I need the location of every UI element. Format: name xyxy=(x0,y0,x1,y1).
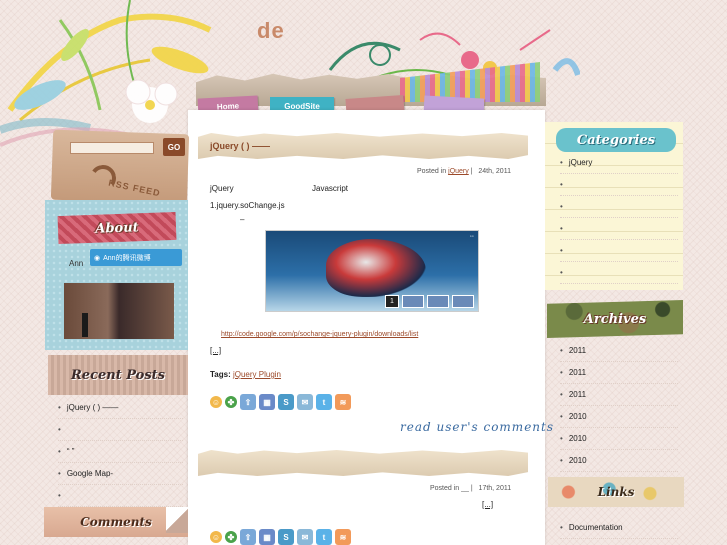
delicious-icon[interactable]: ▦ xyxy=(259,394,275,410)
share-icons: ☺ ✤ ⇧ ▦ S ✉ t ≋ xyxy=(210,529,351,545)
slider-thumb[interactable] xyxy=(452,295,474,308)
post-meta: Posted in __ | 17th, 2011 xyxy=(430,485,512,492)
about-name: Ann xyxy=(69,259,84,268)
archive-item[interactable]: 2010 xyxy=(560,428,678,450)
recent-post-item[interactable] xyxy=(58,419,183,441)
mail-icon[interactable]: ✉ xyxy=(297,394,313,410)
smiley-icon[interactable]: ☺ xyxy=(210,396,222,408)
tag-link[interactable]: jQuery Plugin xyxy=(233,370,281,379)
share-icons: ☺ ✤ ⇧ ▦ S ✉ t ≋ xyxy=(210,394,351,410)
archives-list: 2011 2011 2011 2010 2010 2010 xyxy=(560,340,678,472)
shoe-graphic xyxy=(326,239,426,297)
read-more-link[interactable]: [...] xyxy=(482,500,493,509)
about-heading: About xyxy=(57,211,177,245)
post-text-line: – xyxy=(240,215,245,224)
archives-heading: Archives xyxy=(547,300,683,338)
category-item[interactable] xyxy=(560,196,678,218)
smiley-icon[interactable]: ☺ xyxy=(210,531,222,543)
link-item[interactable]: Documentation xyxy=(560,517,678,539)
about-photo xyxy=(64,283,174,339)
slider-dots[interactable]: ◦◦ xyxy=(470,234,474,240)
arrow-icon[interactable]: ⇧ xyxy=(240,394,256,410)
weibo-icon: ◉ xyxy=(94,254,101,262)
post-image[interactable]: ◦◦ 1 xyxy=(265,230,479,312)
links-heading: Links xyxy=(548,477,684,507)
slider-thumbnails: 1 xyxy=(385,295,474,308)
recent-post-item[interactable]: Google Map- xyxy=(58,463,183,485)
category-item[interactable] xyxy=(560,218,678,240)
post-text-line: Javascript xyxy=(312,184,349,193)
post-text-line: jQuery xyxy=(210,184,234,193)
recent-posts-list: jQuery ( ) —— “ ” Google Map- xyxy=(58,397,183,507)
search-go-button[interactable]: GO xyxy=(163,138,185,156)
recent-post-item[interactable]: “ ” xyxy=(58,441,183,463)
main-content xyxy=(188,110,545,545)
archive-item[interactable]: 2011 xyxy=(560,340,678,362)
slider-thumb[interactable] xyxy=(402,295,424,308)
categories-list: jQuery xyxy=(560,152,678,284)
post-tags: Tags: jQuery Plugin xyxy=(210,370,282,379)
read-more-link[interactable]: [...] xyxy=(210,346,221,355)
page-curl-decoration xyxy=(166,507,188,533)
post-date: 17th, 2011 xyxy=(478,485,512,492)
download-link[interactable]: http://code.google.com/p/sochange-jquery… xyxy=(221,331,418,338)
rss-icon[interactable]: ≋ xyxy=(335,394,351,410)
slider-thumb[interactable] xyxy=(427,295,449,308)
category-item[interactable] xyxy=(560,240,678,262)
category-item[interactable] xyxy=(560,262,678,284)
stumbleupon-icon[interactable]: S xyxy=(278,529,294,545)
category-item[interactable]: jQuery xyxy=(560,152,678,174)
search-input[interactable] xyxy=(70,142,154,154)
post-meta: Posted in jQuery | 24th, 2011 xyxy=(417,168,511,175)
archive-item[interactable]: 2010 xyxy=(560,450,678,472)
arrow-icon[interactable]: ⇧ xyxy=(240,529,256,545)
recent-post-item[interactable]: jQuery ( ) —— xyxy=(58,397,183,419)
clover-icon[interactable]: ✤ xyxy=(225,396,237,408)
stumbleupon-icon[interactable]: S xyxy=(278,394,294,410)
links-list: Documentation xyxy=(560,517,678,539)
post-date: 24th, 2011 xyxy=(478,168,511,175)
post-text-line: 1.jquery.soChange.js xyxy=(210,201,285,210)
rss-icon[interactable]: ≋ xyxy=(335,529,351,545)
post-title-bar xyxy=(198,450,528,476)
archive-item[interactable]: 2011 xyxy=(560,384,678,406)
weibo-button[interactable]: ◉ Ann的腾讯微博 xyxy=(90,249,182,266)
categories-heading: Categories xyxy=(556,128,676,152)
twitter-icon[interactable]: t xyxy=(316,394,332,410)
recent-posts-heading: Recent Posts xyxy=(48,355,188,395)
site-title[interactable]: de xyxy=(257,18,285,44)
archive-item[interactable]: 2011 xyxy=(560,362,678,384)
post-title[interactable]: jQuery ( ) —— xyxy=(210,141,270,151)
category-item[interactable] xyxy=(560,174,678,196)
twitter-icon[interactable]: t xyxy=(316,529,332,545)
delicious-icon[interactable]: ▦ xyxy=(259,529,275,545)
slider-thumb-number[interactable]: 1 xyxy=(385,295,399,308)
archive-item[interactable]: 2010 xyxy=(560,406,678,428)
mail-icon[interactable]: ✉ xyxy=(297,529,313,545)
post-category-link[interactable]: jQuery xyxy=(448,168,469,175)
clover-icon[interactable]: ✤ xyxy=(225,531,237,543)
read-comments-link[interactable]: read user's comments xyxy=(400,420,554,434)
recent-post-item[interactable] xyxy=(58,485,183,507)
